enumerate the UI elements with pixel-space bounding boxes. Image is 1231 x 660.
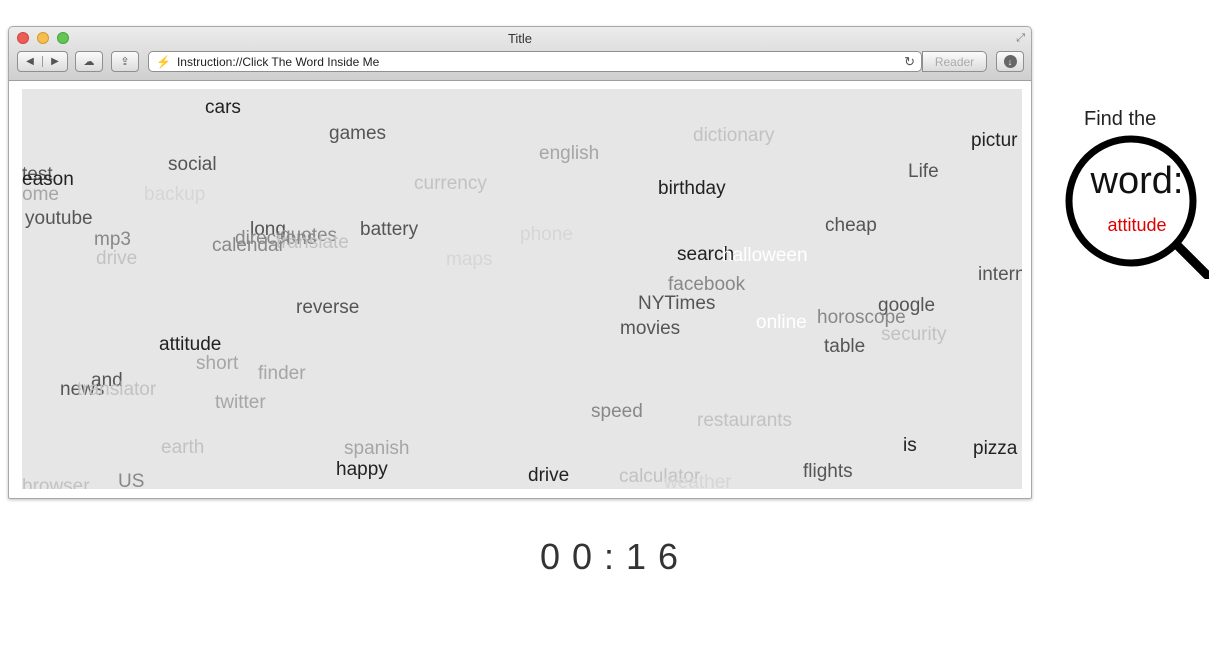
share-icon[interactable]: ⇪ — [111, 51, 139, 72]
forward-icon[interactable]: ▶ — [43, 56, 67, 67]
word-item[interactable]: Life — [908, 162, 939, 181]
word-item[interactable]: spanish — [344, 439, 410, 458]
word-item[interactable]: social — [168, 155, 217, 174]
word-label: word: — [1090, 160, 1184, 202]
word-item[interactable]: earth — [161, 438, 204, 457]
word-item[interactable]: restaurants — [697, 411, 792, 430]
address-bar[interactable]: ⚡ Instruction://Click The Word Inside Me… — [148, 51, 922, 72]
window-title: Title — [507, 31, 533, 46]
word-item[interactable]: browser — [22, 477, 90, 489]
word-item[interactable]: calendar — [212, 236, 285, 255]
word-item[interactable]: english — [539, 144, 599, 163]
word-item[interactable]: speed — [591, 402, 643, 421]
back-icon[interactable]: ◀ — [18, 56, 43, 67]
word-item[interactable]: facebook — [668, 275, 745, 294]
target-word: attitude — [1107, 215, 1167, 235]
word-item[interactable]: birthday — [658, 179, 726, 198]
word-item[interactable]: youtube — [25, 209, 93, 228]
word-item[interactable]: reverse — [296, 298, 359, 317]
find-title: Find the — [1084, 108, 1157, 130]
word-item[interactable]: drive — [96, 249, 137, 268]
word-item[interactable]: halloween — [722, 246, 808, 265]
word-item[interactable]: flights — [803, 462, 853, 481]
word-item[interactable]: finder — [258, 364, 306, 383]
nav-buttons: ◀ ▶ — [17, 51, 68, 72]
word-item[interactable]: pictur — [971, 131, 1017, 150]
word-item[interactable]: drive — [528, 466, 569, 485]
word-item[interactable]: battery — [360, 220, 418, 239]
word-item[interactable]: intern — [978, 265, 1022, 284]
word-item[interactable]: US — [118, 472, 144, 489]
word-item[interactable]: twitter — [215, 393, 266, 412]
word-item[interactable]: translate — [276, 233, 349, 252]
word-item[interactable]: security — [881, 325, 946, 344]
download-icon: ↓ — [1003, 55, 1017, 68]
word-item[interactable]: weather — [664, 473, 732, 489]
word-item[interactable]: translator — [77, 380, 156, 399]
word-item[interactable]: mp3 — [94, 230, 131, 249]
word-item[interactable]: NYTimes — [638, 294, 715, 313]
fullscreen-icon[interactable]: ⤢ — [1016, 32, 1025, 45]
word-item[interactable]: maps — [446, 250, 492, 269]
word-item[interactable]: cheap — [825, 216, 877, 235]
cloud-icon[interactable]: ☁ — [75, 51, 103, 72]
word-item[interactable]: ome — [22, 185, 59, 204]
word-item[interactable]: happy — [336, 460, 388, 479]
word-item[interactable]: movies — [620, 319, 680, 338]
word-item[interactable]: pizza — [973, 439, 1017, 458]
word-item[interactable]: backup — [144, 185, 205, 204]
word-item[interactable]: phone — [520, 225, 573, 244]
timer: 00:16 — [539, 536, 691, 577]
refresh-icon[interactable]: ↻ — [904, 54, 915, 70]
word-item[interactable]: currency — [414, 174, 487, 193]
browser-window: Title ⤢ ◀ ▶ ☁ ⇪ ⚡ Instruction://Click Th… — [8, 26, 1032, 499]
word-item[interactable]: attitude — [159, 335, 221, 354]
url-text: Instruction://Click The Word Inside Me — [176, 54, 380, 69]
word-item[interactable]: dictionary — [693, 126, 774, 145]
word-item[interactable]: online — [756, 313, 807, 332]
magnifier-icon — [1065, 135, 1209, 279]
downloads-button[interactable]: ↓ — [996, 51, 1024, 72]
title-bar: Title ⤢ ◀ ▶ ☁ ⇪ ⚡ Instruction://Click Th… — [9, 27, 1031, 81]
word-item[interactable]: is — [903, 436, 917, 455]
word-item[interactable]: cars — [205, 98, 241, 117]
word-item[interactable]: games — [329, 124, 386, 143]
word-canvas: cars games dictionary pictur english social Li… — [22, 89, 1022, 489]
link-icon: ⚡ — [156, 54, 171, 69]
word-item[interactable]: short — [196, 354, 238, 373]
reader-button[interactable]: Reader — [922, 51, 987, 72]
word-item[interactable]: table — [824, 337, 865, 356]
